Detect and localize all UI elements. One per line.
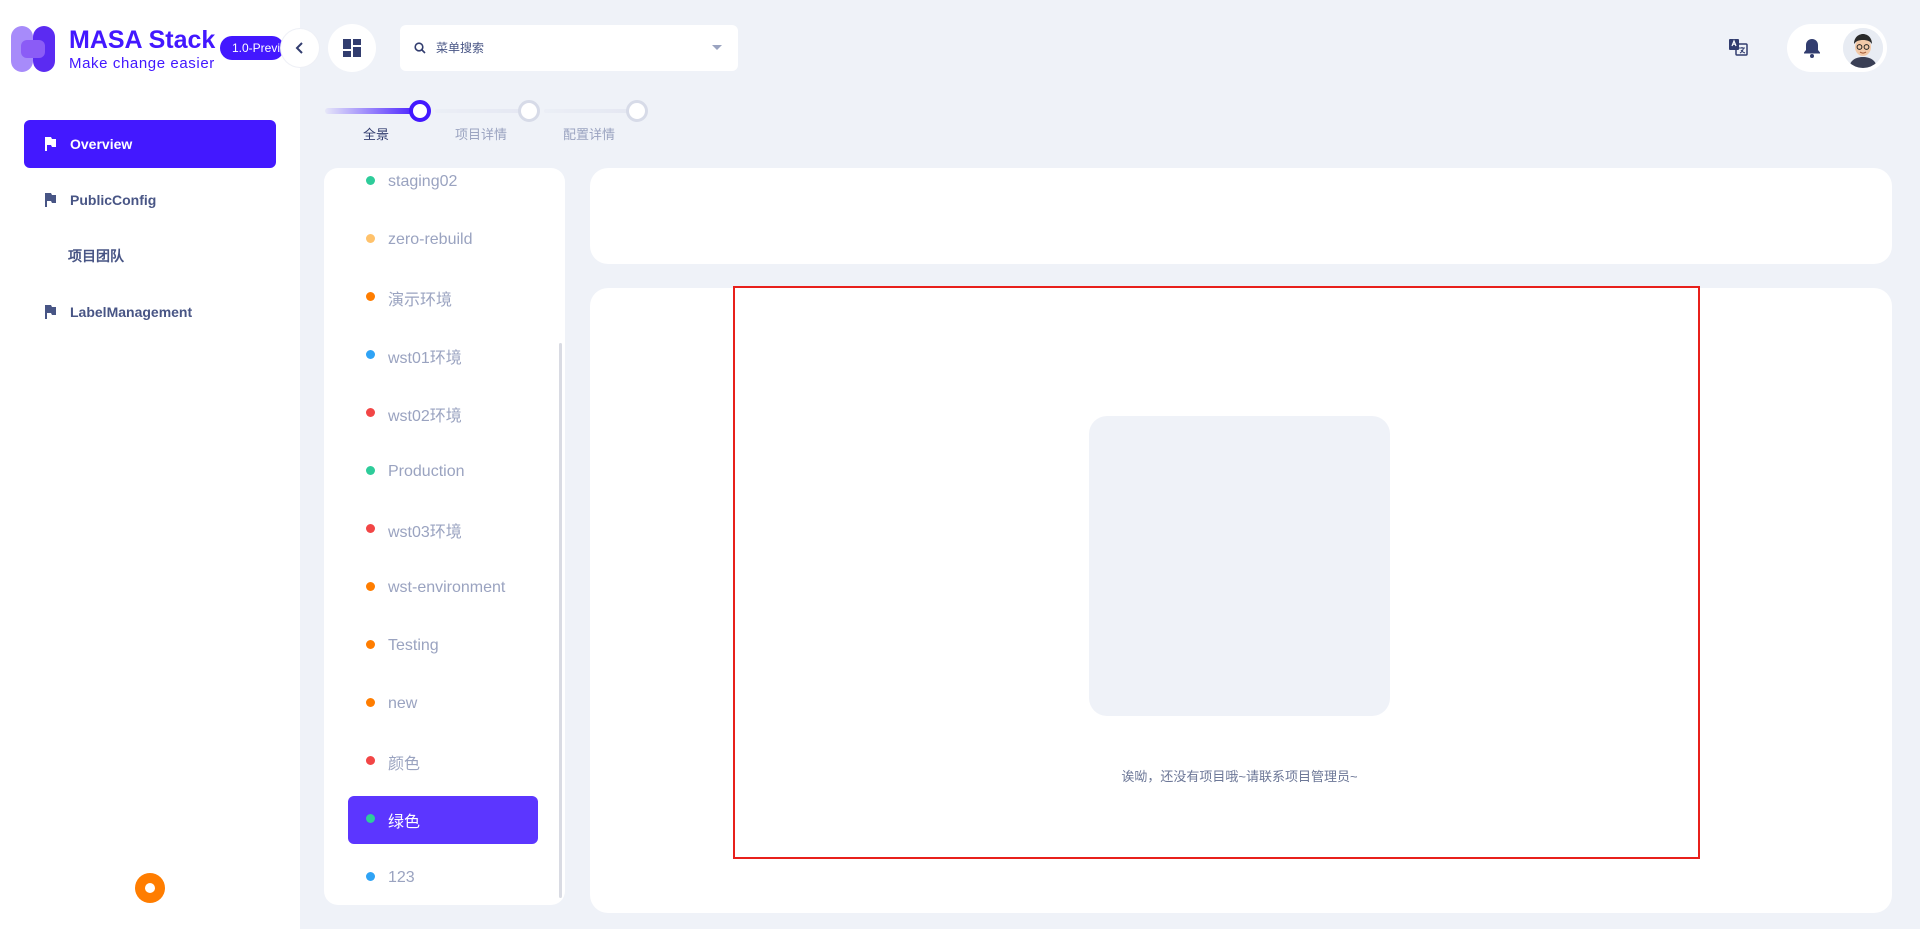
env-item-123[interactable]: 123 xyxy=(348,854,538,902)
masa-logo-icon xyxy=(11,26,57,72)
sidebar-item-label: 项目团队 xyxy=(68,248,124,264)
sidebar: MASA Stack Make change easier 1.0-Previ … xyxy=(0,0,300,929)
env-item-wst01[interactable]: wst01环境 xyxy=(348,332,538,380)
step-label-overview[interactable]: 全景 xyxy=(363,124,389,143)
dashboard-icon xyxy=(343,39,361,57)
empty-state-message: 诶呦，还没有项目哦~请联系项目管理员~ xyxy=(1121,769,1358,784)
step-track xyxy=(544,109,634,113)
step-progress-track xyxy=(325,108,420,114)
user-avatar-icon xyxy=(1843,28,1883,68)
env-item-label: 123 xyxy=(388,869,415,886)
status-dot xyxy=(366,292,375,301)
env-item-label: wst03环境 xyxy=(388,524,462,541)
env-item-demo[interactable]: 演示环境 xyxy=(348,274,538,322)
environment-list-scrollbar[interactable] xyxy=(559,343,562,898)
flag-icon xyxy=(45,305,56,319)
env-item-production[interactable]: Production xyxy=(348,448,538,496)
sidebar-item-labelmanagement[interactable]: LabelManagement xyxy=(24,288,276,336)
menu-search[interactable] xyxy=(400,25,738,71)
sidebar-nav: Overview PublicConfig 项目团队 LabelManageme… xyxy=(24,120,276,344)
env-item-label: zero-rebuild xyxy=(388,231,473,248)
notification-button[interactable] xyxy=(1800,36,1824,60)
env-item-color[interactable]: 颜色 xyxy=(348,738,538,786)
status-dot xyxy=(366,698,375,707)
brand-slogan: Make change easier xyxy=(69,54,215,72)
environment-panel: staging02 zero-rebuild 演示环境 wst01环境 wst0… xyxy=(324,168,565,905)
sidebar-item-publicconfig[interactable]: PublicConfig xyxy=(24,176,276,224)
environment-list: staging02 zero-rebuild 演示环境 wst01环境 wst0… xyxy=(348,168,538,905)
step-label-project-detail[interactable]: 项目详情 xyxy=(455,124,507,143)
env-item-label: wst01环境 xyxy=(388,350,462,367)
sidebar-item-label: Overview xyxy=(70,136,133,152)
search-icon xyxy=(414,42,426,54)
env-item-new[interactable]: new xyxy=(348,680,538,728)
env-item-green[interactable]: 绿色 xyxy=(348,796,538,844)
env-item-label: Production xyxy=(388,463,465,480)
env-item-testing[interactable]: Testing xyxy=(348,622,538,670)
env-item-label: 绿色 xyxy=(388,814,421,831)
status-dot xyxy=(366,408,375,417)
search-input[interactable] xyxy=(436,41,686,55)
chevron-down-icon[interactable] xyxy=(712,45,722,50)
status-dot xyxy=(366,872,375,881)
flag-icon xyxy=(45,137,56,151)
apps-button[interactable] xyxy=(328,24,376,72)
step-node-project-detail[interactable] xyxy=(518,100,540,122)
flag-icon xyxy=(45,193,56,207)
env-item-label: wst-environment xyxy=(388,579,506,596)
env-item-label: wst02环境 xyxy=(388,408,462,425)
project-summary-card xyxy=(590,168,1892,264)
brand-name: MASA Stack xyxy=(69,25,216,54)
translate-button[interactable] xyxy=(1726,35,1750,59)
env-item-label: 演示环境 xyxy=(388,292,453,309)
step-label-config-detail[interactable]: 配置详情 xyxy=(563,124,615,143)
collapse-sidebar-button[interactable] xyxy=(281,29,319,67)
brand[interactable]: MASA Stack Make change easier xyxy=(11,25,215,73)
status-dot xyxy=(366,524,375,533)
env-item-label: Testing xyxy=(388,637,439,654)
bell-icon xyxy=(1804,39,1820,58)
step-node-overview[interactable] xyxy=(409,100,431,122)
sidebar-item-label: PublicConfig xyxy=(70,192,157,208)
status-dot xyxy=(366,814,375,823)
env-item-zero-rebuild[interactable]: zero-rebuild xyxy=(348,216,538,264)
sidebar-item-project-team[interactable]: 项目团队 xyxy=(24,232,276,280)
status-dot xyxy=(366,640,375,649)
env-item-wst-environment[interactable]: wst-environment xyxy=(348,564,538,612)
brand-text: MASA Stack Make change easier xyxy=(69,25,216,72)
sidebar-item-overview[interactable]: Overview xyxy=(24,120,276,168)
status-dot xyxy=(366,756,375,765)
status-dot xyxy=(366,466,375,475)
version-badge: 1.0-Previ xyxy=(220,36,284,60)
sidebar-item-label: LabelManagement xyxy=(70,304,193,320)
help-float-button[interactable] xyxy=(135,873,165,903)
env-item-wst03[interactable]: wst03环境 xyxy=(348,506,538,554)
step-navigation: 全景 项目详情 配置详情 xyxy=(325,96,665,146)
env-item-label: staging02 xyxy=(388,173,458,190)
env-item-staging02[interactable]: staging02 xyxy=(348,168,538,206)
empty-state-image xyxy=(1089,416,1390,716)
step-node-config-detail[interactable] xyxy=(626,100,648,122)
status-dot xyxy=(366,234,375,243)
chevron-left-icon xyxy=(295,42,303,54)
status-dot xyxy=(366,350,375,359)
avatar[interactable] xyxy=(1843,28,1883,68)
env-item-label: new xyxy=(388,695,418,712)
translate-icon xyxy=(1729,39,1748,56)
status-dot xyxy=(366,582,375,591)
env-item-label: 颜色 xyxy=(388,756,421,773)
env-item-wst02[interactable]: wst02环境 xyxy=(348,390,538,438)
status-dot xyxy=(366,176,375,185)
